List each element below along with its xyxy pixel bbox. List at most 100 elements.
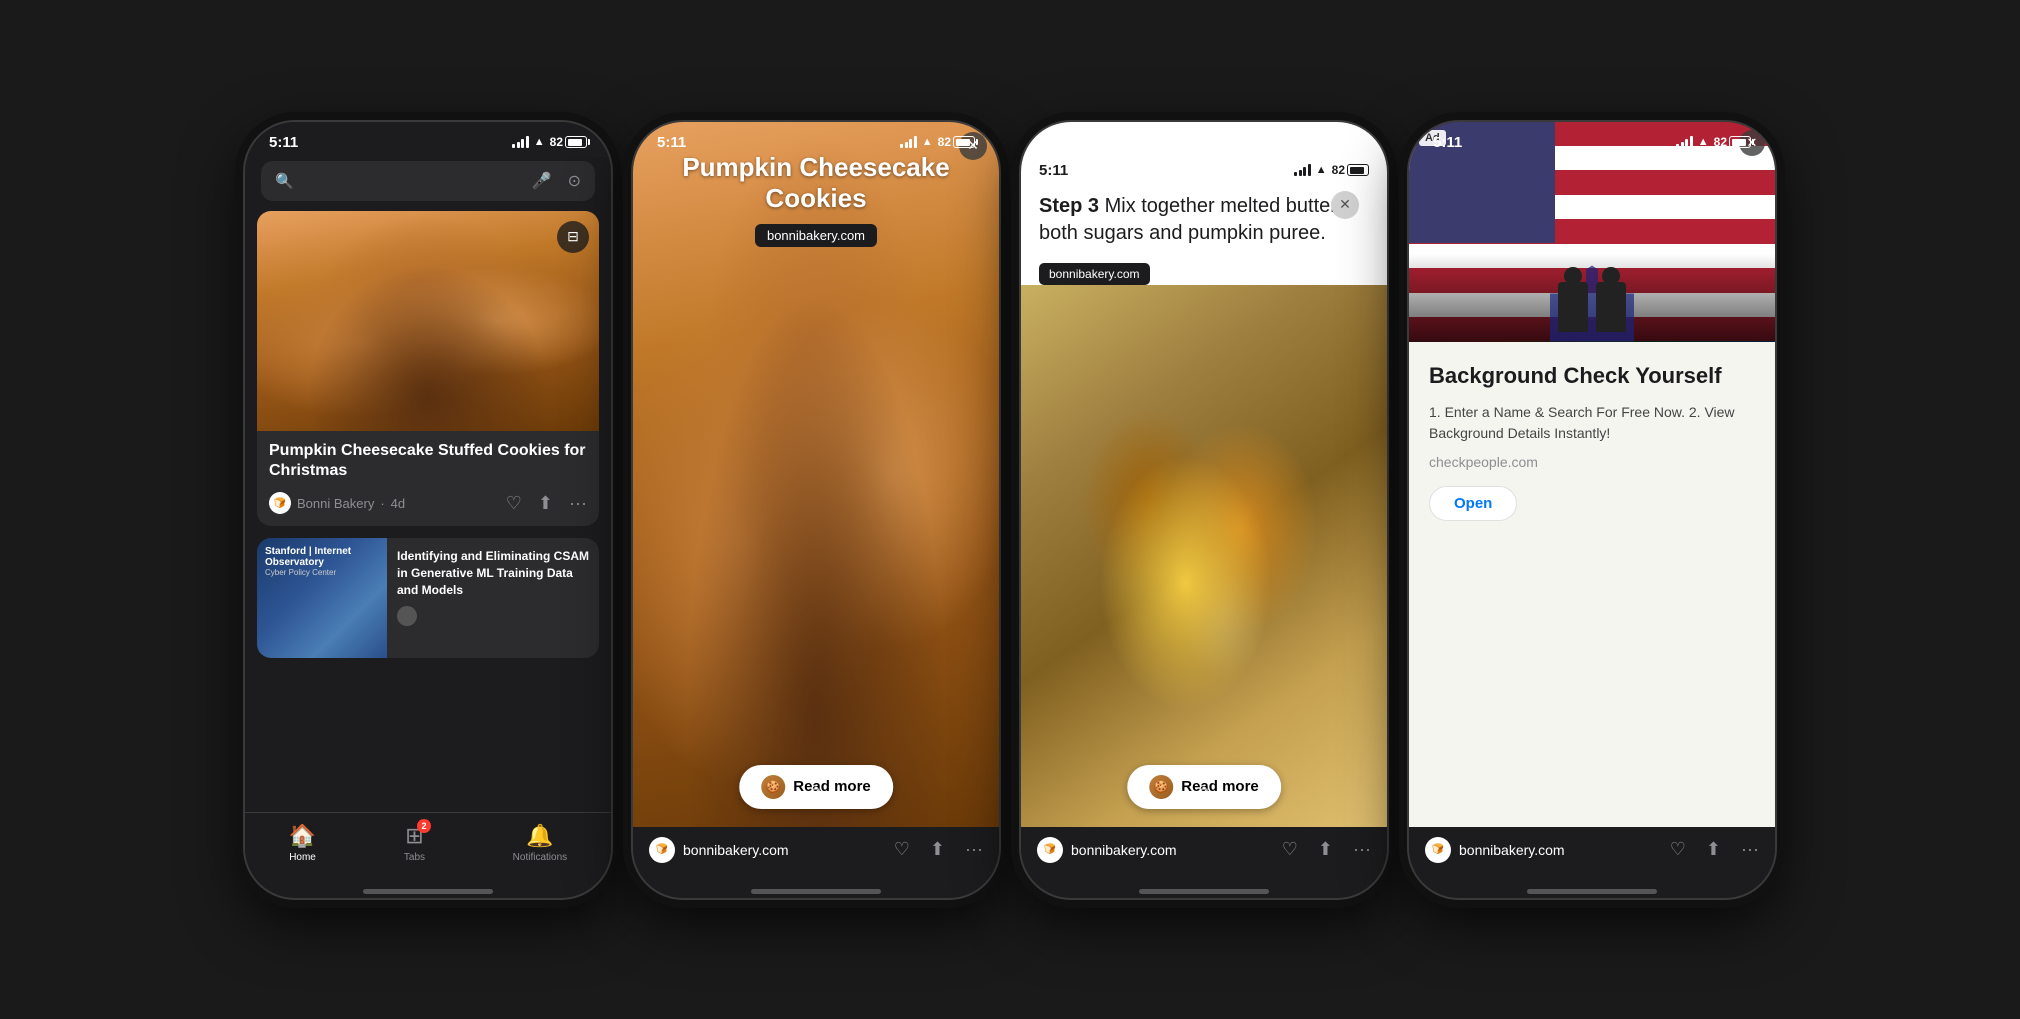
bottom-source-info-4: 🍞 bonnibakery.com	[1425, 837, 1565, 863]
status-bar-2: 5:11 ▲ 82	[633, 122, 999, 157]
wifi-icon-4: ▲	[1698, 136, 1709, 148]
chevron-up-2: ⌃	[808, 782, 825, 807]
ad-domain: checkpeople.com	[1429, 454, 1755, 470]
phone-2: 5:11 ▲ 82 Pumpkin Cheesecake Cookies bon…	[631, 120, 1001, 900]
bottom-source-info-3: 🍞 bonnibakery.com	[1037, 837, 1177, 863]
home-indicator-2	[751, 889, 881, 894]
person-figures	[1558, 282, 1626, 332]
article-actions-3: ♡ ⬆ ···	[1282, 839, 1371, 860]
ad-text-content: Background Check Yourself 1. Enter a Nam…	[1409, 342, 1775, 827]
heart-icon-2[interactable]: ♡	[894, 839, 910, 860]
share-icon[interactable]: ⬆	[538, 493, 553, 514]
search-bar[interactable]: 🔍 🎤 ⊙	[261, 161, 595, 201]
status-time-3: 5:11	[1039, 162, 1068, 179]
signal-icon-2	[900, 136, 917, 148]
status-bar-1: 5:11 ▲ 82	[245, 122, 611, 157]
status-icons-2: ▲ 82	[900, 135, 975, 149]
tab-home[interactable]: 🏠 Home	[289, 823, 316, 863]
source-time-1: ·	[380, 496, 384, 511]
step-text: Step 3 Mix together melted butter, both …	[1039, 183, 1369, 253]
home-indicator-4	[1527, 889, 1657, 894]
bottom-avatar-2: 🍞	[649, 837, 675, 863]
author-avatar	[397, 606, 417, 626]
status-icons-1: ▲ 82	[512, 135, 587, 149]
source-name-1: Bonni Bakery	[297, 496, 374, 511]
chevron-up-3: ⌃	[1196, 782, 1213, 807]
tab-home-label: Home	[289, 852, 316, 863]
article-bottom-bar-4: 🍞 bonnibakery.com ♡ ⬆ ···	[1409, 827, 1775, 883]
mic-icon[interactable]: 🎤	[532, 171, 552, 191]
more-icon-4[interactable]: ···	[1741, 839, 1759, 860]
bookmark-icon[interactable]: ⊟	[557, 221, 589, 253]
tab-notifications-label: Notifications	[513, 852, 567, 863]
battery-3: 82	[1332, 163, 1369, 177]
heart-icon-3[interactable]: ♡	[1282, 839, 1298, 860]
status-icons-4: ▲ 82	[1676, 135, 1751, 149]
more-icon-3[interactable]: ···	[1353, 839, 1371, 860]
stanford-name: Stanford | Internet Observatory	[265, 546, 379, 568]
close-button-3[interactable]: ✕	[1331, 191, 1359, 219]
battery: 82	[550, 135, 587, 149]
figure-1	[1558, 282, 1588, 332]
stanford-logo: Stanford | Internet Observatory Cyber Po…	[265, 546, 379, 577]
cookie-card-image: ⊟	[257, 211, 599, 431]
ad-top: 5:11 ▲ 82	[1409, 122, 1775, 342]
read-more-label-3: Read more	[1181, 778, 1259, 795]
tab-tabs[interactable]: ⊞ 2 Tabs	[404, 823, 425, 863]
cyber-policy: Cyber Policy Center	[265, 568, 379, 577]
status-bar-4: 5:11 ▲ 82	[1409, 122, 1775, 157]
tabs-badge: 2	[417, 819, 431, 833]
search-icon: 🔍	[275, 172, 294, 190]
home-indicator-1	[363, 889, 493, 894]
bottom-source-name-3: bonnibakery.com	[1071, 842, 1177, 858]
article-header: Pumpkin Cheesecake Cookies bonnibakery.c…	[633, 152, 999, 247]
share-icon-3[interactable]: ⬆	[1318, 839, 1333, 860]
feed-card-stanford[interactable]: Stanford | Internet Observatory Cyber Po…	[257, 538, 599, 658]
heart-icon-4[interactable]: ♡	[1670, 839, 1686, 860]
bottom-avatar-4: 🍞	[1425, 837, 1451, 863]
step-source-pill: bonnibakery.com	[1039, 263, 1150, 285]
share-icon-4[interactable]: ⬆	[1706, 839, 1721, 860]
article-overlay: Pumpkin Cheesecake Cookies bonnibakery.c…	[633, 122, 999, 827]
battery-4: 82	[1714, 135, 1751, 149]
phone-3: 5:11 ▲ 82	[1019, 120, 1389, 900]
ad-open-button[interactable]: Open	[1429, 486, 1517, 521]
status-time-2: 5:11	[657, 134, 686, 151]
wifi-icon-2: ▲	[922, 136, 933, 148]
ad-body: 1. Enter a Name & Search For Free Now. 2…	[1429, 402, 1755, 444]
share-icon-2[interactable]: ⬆	[930, 839, 945, 860]
step-article-wrapper: 5:11 ▲ 82	[1021, 122, 1387, 898]
bottom-source-name-4: bonnibakery.com	[1459, 842, 1565, 858]
signal-icon	[512, 136, 529, 148]
stanford-title: Identifying and Eliminating CSAM in Gene…	[397, 548, 589, 598]
article-actions-4: ♡ ⬆ ···	[1670, 839, 1759, 860]
article-actions-2: ♡ ⬆ ···	[894, 839, 983, 860]
more-icon[interactable]: ···	[569, 493, 587, 514]
cookie-icon-3: 🍪	[1149, 775, 1173, 799]
card-time-1: 4d	[391, 496, 405, 511]
cookie-icon-2: 🍪	[761, 775, 785, 799]
more-icon-2[interactable]: ···	[965, 839, 983, 860]
heart-icon[interactable]: ♡	[506, 493, 522, 514]
tab-tabs-label: Tabs	[404, 852, 425, 863]
avatar-1: 🍞	[269, 492, 291, 514]
article-source-pill: bonnibakery.com	[755, 224, 877, 247]
home-icon: 🏠	[289, 823, 316, 849]
bottom-source-info-2: 🍞 bonnibakery.com	[649, 837, 789, 863]
camera-icon[interactable]: ⊙	[568, 171, 581, 191]
figure-2	[1596, 282, 1626, 332]
step-number: Step 3	[1039, 195, 1099, 217]
feed-card-cookies[interactable]: ⊟ Pumpkin Cheesecake Stuffed Cookies for…	[257, 211, 599, 527]
step-status-row: 5:11 ▲ 82	[1039, 162, 1369, 183]
card-title-1: Pumpkin Cheesecake Stuffed Cookies for C…	[269, 441, 587, 483]
bottom-source-name-2: bonnibakery.com	[683, 842, 789, 858]
stanford-content: Identifying and Eliminating CSAM in Gene…	[387, 538, 599, 658]
step-header: 5:11 ▲ 82	[1021, 122, 1387, 285]
status-icons-3: ▲ 82	[1294, 163, 1369, 177]
article-full-image: Pumpkin Cheesecake Cookies bonnibakery.c…	[633, 122, 999, 827]
tab-notifications[interactable]: 🔔 Notifications	[513, 823, 567, 863]
battery-2: 82	[938, 135, 975, 149]
wifi-icon-3: ▲	[1316, 164, 1327, 176]
card-info-1: Pumpkin Cheesecake Stuffed Cookies for C…	[257, 431, 599, 527]
card-actions-1: ♡ ⬆ ···	[506, 493, 587, 514]
